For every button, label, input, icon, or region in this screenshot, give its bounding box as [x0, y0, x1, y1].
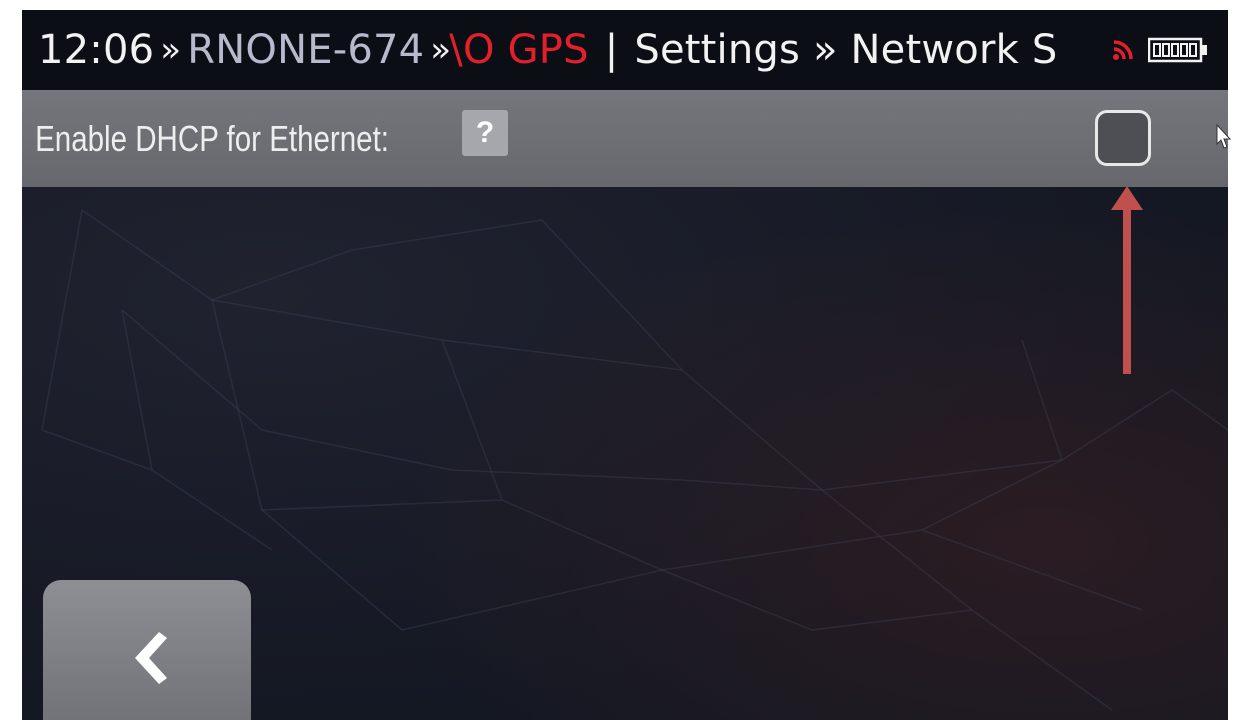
- device-id: RNONE-674: [187, 27, 425, 73]
- dhcp-setting-row: Enable DHCP for Ethernet: ?: [22, 90, 1228, 187]
- mouse-cursor-icon: [1216, 124, 1232, 149]
- gps-status: \O GPS: [449, 27, 589, 73]
- chevron-left-icon: [135, 632, 167, 684]
- back-button[interactable]: [43, 580, 251, 720]
- wifi-signal-icon: [1113, 40, 1133, 60]
- help-button[interactable]: ?: [462, 110, 508, 156]
- status-bar: 12:06 » RNONE-674 » \O GPS | Settings » …: [22, 10, 1228, 90]
- breadcrumb-separator: »: [160, 30, 182, 70]
- clock-time: 12:06: [38, 27, 155, 73]
- annotation-arrow: [1111, 186, 1143, 374]
- dhcp-checkbox[interactable]: [1095, 110, 1151, 166]
- device-screen: 12:06 » RNONE-674 » \O GPS | Settings » …: [22, 10, 1228, 720]
- breadcrumb-separator: »: [430, 30, 452, 70]
- battery-icon: [1148, 37, 1207, 63]
- breadcrumb: Settings » Network S: [634, 27, 1058, 73]
- setting-label: Enable DHCP for Ethernet:: [35, 117, 390, 159]
- status-divider: |: [604, 27, 619, 73]
